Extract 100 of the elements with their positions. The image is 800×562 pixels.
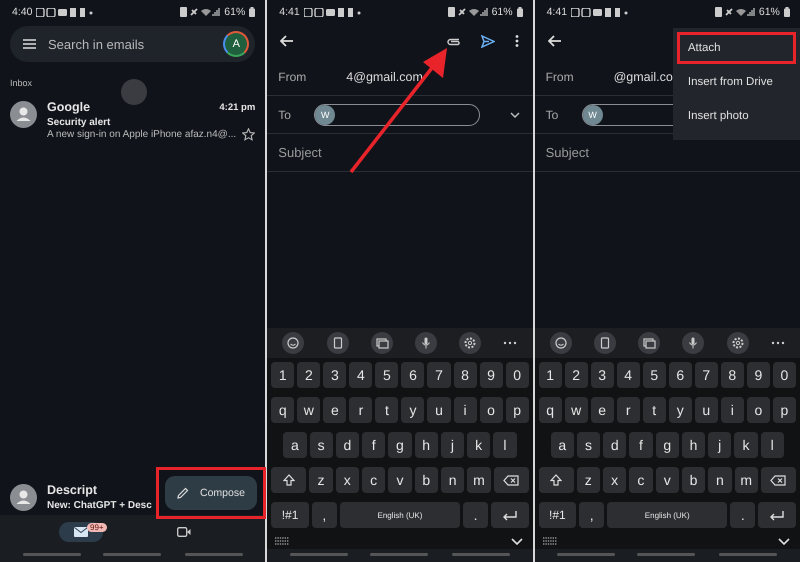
settings-icon[interactable]	[459, 332, 482, 354]
subject-field[interactable]: Subject	[278, 145, 478, 160]
compose-button[interactable]: Compose	[165, 476, 257, 510]
keyboard-key[interactable]: u	[427, 397, 451, 423]
keyboard-key[interactable]: 1	[271, 362, 294, 388]
keyboard-key[interactable]: e	[323, 397, 346, 423]
keyboard-key[interactable]: 4	[616, 362, 640, 388]
menu-icon[interactable]	[23, 39, 36, 49]
keyboard-key[interactable]: c	[362, 467, 386, 493]
keyboard-key[interactable]: r	[349, 397, 372, 423]
keyboard-key[interactable]: v	[656, 467, 679, 493]
keyboard-key[interactable]: o	[480, 397, 503, 423]
keyboard-key[interactable]: n	[708, 467, 732, 493]
period-key[interactable]: .	[463, 502, 488, 528]
keyboard-key[interactable]: w	[297, 397, 320, 423]
keyboard-key[interactable]: a	[550, 432, 574, 458]
keyboard-key[interactable]: z	[576, 467, 600, 493]
keyboard-key[interactable]: t	[375, 397, 398, 423]
keyboard-key[interactable]: 3	[323, 362, 346, 388]
microphone-icon[interactable]	[682, 332, 704, 354]
keyboard-key[interactable]: g	[388, 432, 412, 458]
keyboard-key[interactable]: 0	[506, 362, 529, 388]
comma-key[interactable]: ,	[579, 502, 604, 528]
keyboard-key[interactable]: p	[506, 397, 529, 423]
search-field[interactable]: Search in emails	[48, 36, 212, 52]
keyboard-key[interactable]: x	[336, 467, 359, 493]
keyboard-key[interactable]: b	[682, 467, 706, 493]
shift-key[interactable]	[271, 467, 306, 493]
settings-icon[interactable]	[726, 332, 748, 354]
keyboard-icon[interactable]	[275, 537, 290, 545]
keyboard-key[interactable]: k	[467, 432, 490, 458]
keyboard-key[interactable]: 5	[642, 362, 666, 388]
backspace-key[interactable]	[760, 467, 796, 493]
keyboard-key[interactable]: 5	[375, 362, 398, 388]
keyboard-key[interactable]: m	[734, 467, 758, 493]
keyboard-key[interactable]: i	[454, 397, 477, 423]
space-bar[interactable]: English (UK)	[607, 502, 728, 528]
clipboard-icon[interactable]	[326, 332, 349, 354]
emoji-icon[interactable]	[282, 332, 304, 354]
keyboard-key[interactable]: t	[642, 397, 666, 423]
keyboard-key[interactable]: f	[629, 432, 653, 458]
symbols-key[interactable]: !#1	[271, 502, 309, 528]
keyboard-key[interactable]: 3	[590, 362, 614, 388]
chevron-down-icon[interactable]	[778, 538, 790, 544]
enter-key[interactable]	[758, 502, 796, 528]
keyboard-key[interactable]: y	[401, 397, 424, 423]
keyboard-key[interactable]: a	[283, 432, 307, 458]
keyboard-key[interactable]: 1	[538, 362, 562, 388]
star-icon[interactable]	[242, 128, 256, 141]
keyboard-key[interactable]: v	[388, 467, 412, 493]
chevron-down-icon[interactable]	[510, 538, 523, 544]
recipient-chip[interactable]: W	[314, 104, 480, 126]
keyboard-key[interactable]: p	[772, 397, 796, 423]
keyboard-key[interactable]: 2	[564, 362, 588, 388]
keyboard-key[interactable]: z	[309, 467, 333, 493]
keyboard-key[interactable]: l	[760, 432, 784, 458]
attachment-icon[interactable]	[446, 36, 461, 46]
enter-key[interactable]	[491, 502, 529, 528]
menu-item[interactable]: Insert from Drive	[676, 66, 796, 98]
keyboard-key[interactable]: 8	[454, 362, 477, 388]
back-arrow-icon[interactable]	[548, 35, 562, 47]
keyboard-key[interactable]: d	[336, 432, 360, 458]
keyboard-key[interactable]: w	[564, 397, 588, 423]
keyboard-key[interactable]: 0	[772, 362, 796, 388]
keyboard-key[interactable]: y	[668, 397, 692, 423]
comma-key[interactable]: ,	[312, 502, 337, 528]
keyboard-key[interactable]: h	[682, 432, 706, 458]
keyboard-key[interactable]: 9	[480, 362, 503, 388]
more-options-icon[interactable]	[514, 35, 519, 47]
search-bar[interactable]: Search in emails A	[10, 26, 256, 62]
keyboard-key[interactable]: 7	[694, 362, 718, 388]
keyboard-key[interactable]: j	[708, 432, 732, 458]
keyboard-key[interactable]: i	[720, 397, 744, 423]
mail-tab[interactable]	[59, 522, 104, 542]
account-avatar[interactable]: A	[223, 31, 250, 57]
more-icon[interactable]	[503, 341, 518, 345]
keyboard-key[interactable]: k	[734, 432, 758, 458]
back-arrow-icon[interactable]	[280, 35, 294, 47]
keyboard-key[interactable]: h	[414, 432, 438, 458]
symbols-key[interactable]: !#1	[538, 502, 576, 528]
keyboard-key[interactable]: 2	[297, 362, 320, 388]
backspace-key[interactable]	[494, 467, 529, 493]
subject-field[interactable]: Subject	[546, 145, 746, 160]
keyboard-key[interactable]: o	[746, 397, 770, 423]
send-icon[interactable]	[480, 34, 495, 48]
keyboard-key[interactable]: e	[590, 397, 614, 423]
keyboard-icon[interactable]	[542, 537, 557, 545]
image-icon[interactable]	[638, 332, 660, 354]
keyboard-key[interactable]: c	[629, 467, 653, 493]
menu-item[interactable]: Attach	[676, 32, 796, 64]
keyboard-key[interactable]: 9	[746, 362, 770, 388]
keyboard-key[interactable]: j	[440, 432, 464, 458]
keyboard-key[interactable]: f	[362, 432, 386, 458]
keyboard-key[interactable]: u	[694, 397, 718, 423]
keyboard-key[interactable]: 4	[349, 362, 372, 388]
shift-key[interactable]	[538, 467, 574, 493]
keyboard-key[interactable]: g	[656, 432, 679, 458]
clipboard-icon[interactable]	[594, 332, 616, 354]
keyboard-key[interactable]: d	[603, 432, 626, 458]
keyboard-key[interactable]: x	[602, 467, 626, 493]
